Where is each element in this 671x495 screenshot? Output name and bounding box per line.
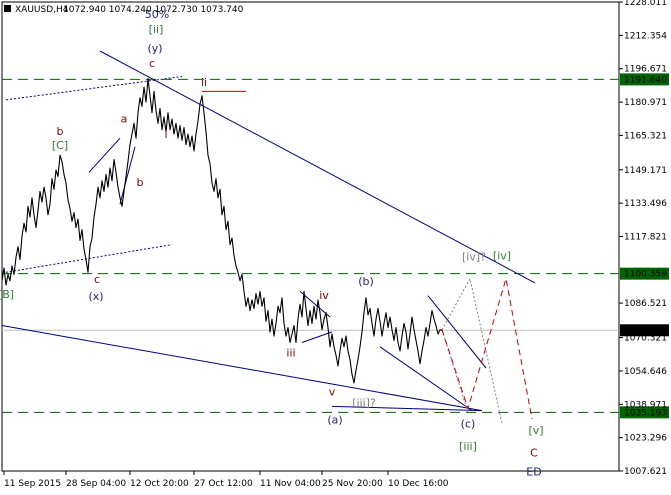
- x-tick-label-4: 11 Nov 04:00: [260, 479, 321, 489]
- x-tick-label-5: 25 Nov 20:00: [322, 479, 383, 489]
- y-tick-label-1: 1212.354: [624, 31, 667, 41]
- level-label-0: 1191.640: [624, 75, 667, 85]
- wave-label-11: (x): [88, 290, 103, 303]
- wave-label-16: (b): [358, 275, 374, 288]
- wave-projections: [441, 277, 533, 424]
- current-price-label: 1073.740: [624, 326, 667, 336]
- x-tick-label-6: 10 Dec 16:00: [388, 479, 449, 489]
- projection-path-2: [441, 278, 533, 420]
- trend-line-4[interactable]: [301, 331, 333, 343]
- wave-label-15: v: [329, 386, 336, 399]
- wave-label-5: a: [121, 112, 128, 125]
- y-tick-label-13: 1007.621: [624, 467, 667, 477]
- wave-label-9: b: [137, 176, 144, 189]
- y-tick-label-12: 1023.296: [624, 434, 667, 444]
- y-tick-label-8: 1086.521: [624, 299, 667, 309]
- level-label-1: 1100.359: [624, 270, 667, 280]
- wave-label-21: [iv]?: [462, 251, 486, 264]
- wave-label-1: [ii]: [149, 23, 164, 36]
- symbol-timeframe: XAUUSD,H4: [15, 5, 69, 15]
- y-axis: 1191.6401100.3591035.1931228.0111212.354…: [619, 0, 669, 477]
- wave-label-17: [iii]?: [352, 396, 376, 409]
- trend-line-0[interactable]: [99, 50, 536, 284]
- x-tick-label-1: 28 Sep 04:00: [66, 479, 126, 489]
- chart-window[interactable]: 50%[ii](y)ciiaib[C]bc(x)[B]iviiiv(b)[iii…: [0, 0, 671, 495]
- price-chart[interactable]: 50%[ii](y)ciiaib[C]bc(x)[B]iviiiv(b)[iii…: [0, 0, 671, 495]
- plot-frame: [1, 1, 620, 472]
- trend-line-7[interactable]: [427, 295, 487, 369]
- wave-label-12: [B]: [0, 288, 14, 301]
- wave-labels: 50%[ii](y)ciiaib[C]bc(x)[B]iviiiv(b)[iii…: [0, 8, 544, 479]
- wave-label-7: b: [57, 125, 64, 138]
- y-tick-label-2: 1196.671: [624, 65, 667, 75]
- horizontal-levels: [2, 78, 619, 413]
- wave-label-25: ED: [526, 466, 541, 479]
- wave-label-2: (y): [147, 42, 162, 55]
- ohlc-values: 1072.940 1074.240 1072.730 1073.740: [63, 5, 244, 15]
- chart-header: XAUUSD,H4 1072.940 1074.240 1072.730 107…: [4, 5, 244, 15]
- trend-line-8[interactable]: [5, 76, 183, 101]
- y-tick-label-4: 1165.321: [624, 131, 667, 141]
- wave-label-14: iii: [286, 346, 295, 359]
- wave-label-13: iv: [319, 289, 329, 302]
- symbol-menu-icon[interactable]: [4, 5, 11, 12]
- x-axis: 11 Sep 2015 28 Sep 04:00 12 Oct 20:00 27 Oc…: [3, 471, 449, 489]
- wave-label-4: ii: [201, 76, 207, 89]
- y-tick-label-5: 1149.171: [624, 166, 667, 176]
- wave-label-24: C: [530, 446, 538, 459]
- y-tick-label-3: 1180.971: [624, 98, 667, 108]
- wave-label-8: [C]: [52, 139, 68, 152]
- wave-label-18: (a): [327, 413, 342, 426]
- wave-label-23: [v]: [528, 424, 543, 437]
- wave-label-10: c: [94, 273, 100, 286]
- wave-label-20: [iii]: [459, 440, 477, 453]
- wave-label-6: i: [164, 128, 167, 141]
- trend-line-3[interactable]: [119, 146, 136, 205]
- wave-label-3: c: [149, 57, 155, 70]
- y-tick-label-0: 1228.011: [624, 0, 667, 8]
- wave-label-19: (c): [461, 418, 476, 431]
- x-tick-label-3: 27 Oct 12:00: [194, 479, 253, 489]
- x-tick-label-2: 12 Oct 20:00: [130, 479, 189, 489]
- y-tick-label-11: 1038.971: [624, 400, 667, 410]
- x-tick-label-0: 11 Sep 2015: [4, 479, 61, 489]
- wave-label-22: [iv]: [493, 250, 511, 263]
- y-tick-label-7: 1117.821: [624, 232, 667, 242]
- y-tick-label-6: 1133.496: [624, 199, 667, 209]
- y-tick-label-10: 1054.646: [624, 367, 667, 377]
